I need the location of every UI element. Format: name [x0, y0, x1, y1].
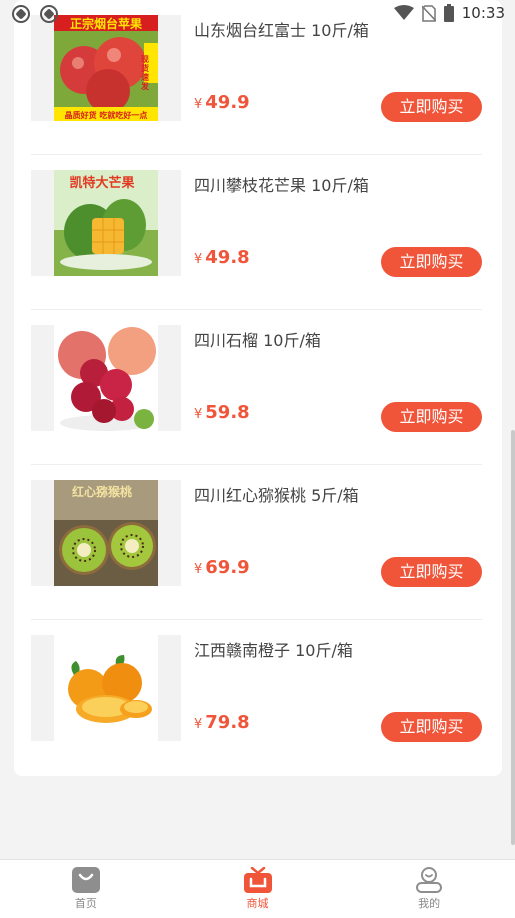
product-title: 四川攀枝花芒果 10斤/箱 — [194, 176, 369, 195]
nav-label: 首页 — [74, 897, 97, 910]
bottom-nav: 首页 商城 我的 — [0, 859, 515, 918]
nav-item-mall[interactable]: 商城 — [172, 860, 344, 918]
product-image-frame: 凯特大芒果 — [31, 170, 181, 276]
product-price: ¥49.8 — [194, 247, 250, 268]
product-image-apple[interactable]: 正宗烟台苹果 现货速发 晶质好货 吃就吃好一点 — [54, 15, 158, 121]
apple-image-footer: 晶质好货 吃就吃好一点 — [65, 110, 148, 120]
buy-now-button[interactable]: 立即购买 — [381, 247, 482, 277]
status-indicators: 10:33 — [393, 4, 505, 22]
scrollbar[interactable] — [511, 430, 515, 845]
status-notifications — [12, 5, 58, 23]
status-time: 10:33 — [461, 4, 505, 22]
product-title: 江西赣南橙子 10斤/箱 — [194, 641, 353, 660]
buy-now-button[interactable]: 立即购买 — [381, 92, 482, 122]
product-price: ¥49.9 — [194, 92, 250, 113]
price-value: 79.8 — [205, 712, 250, 733]
currency-symbol: ¥ — [194, 562, 203, 577]
product-image-frame: 正宗烟台苹果 现货速发 晶质好货 吃就吃好一点 — [31, 15, 181, 121]
app-notification-icon — [12, 5, 30, 23]
product-image-mango[interactable]: 凯特大芒果 — [54, 170, 158, 276]
nav-item-profile[interactable]: 我的 — [343, 860, 515, 918]
product-image-frame: 红心猕猴桃 — [31, 480, 181, 586]
nav-item-home[interactable]: 首页 — [0, 860, 172, 918]
price-value: 69.9 — [205, 557, 250, 578]
product-item[interactable]: 红心猕猴桃 四川红心猕猴桃 5斤/箱 ¥69.9 立即购买 — [31, 465, 482, 620]
no-sim-icon — [421, 4, 436, 22]
product-title: 四川石榴 10斤/箱 — [194, 331, 321, 350]
product-image-kiwi[interactable]: 红心猕猴桃 — [54, 480, 158, 586]
nav-label: 我的 — [418, 897, 441, 910]
currency-symbol: ¥ — [194, 407, 203, 422]
product-list-card: 正宗烟台苹果 现货速发 晶质好货 吃就吃好一点 山东烟台红富士 10斤/箱 ¥4… — [14, 0, 502, 776]
battery-icon — [443, 4, 454, 22]
buy-now-button[interactable]: 立即购买 — [381, 712, 482, 742]
product-item[interactable]: 江西赣南橙子 10斤/箱 ¥79.8 立即购买 — [31, 620, 482, 775]
mall-tv-icon — [243, 867, 272, 893]
product-price: ¥69.9 — [194, 557, 250, 578]
buy-now-button[interactable]: 立即购买 — [381, 402, 482, 432]
nav-label: 商城 — [246, 897, 269, 910]
product-image-pomegranate[interactable] — [54, 325, 158, 431]
product-item[interactable]: 凯特大芒果 四川攀枝花芒果 10斤/箱 ¥49.8 立即购买 — [31, 155, 482, 310]
currency-symbol: ¥ — [194, 717, 203, 732]
price-value: 49.8 — [205, 247, 250, 268]
status-bar: 10:33 — [0, 0, 515, 30]
wifi-icon — [393, 5, 414, 20]
kiwi-image-banner: 红心猕猴桃 — [72, 484, 132, 499]
profile-icon — [416, 867, 443, 893]
product-price: ¥79.8 — [194, 712, 250, 733]
product-image-frame — [31, 635, 181, 741]
currency-symbol: ¥ — [194, 97, 203, 112]
mango-image-banner: 凯特大芒果 — [69, 175, 134, 191]
app-notification-icon — [40, 5, 58, 23]
home-bag-icon — [71, 867, 100, 893]
product-title: 四川红心猕猴桃 5斤/箱 — [194, 486, 359, 505]
buy-now-button[interactable]: 立即购买 — [381, 557, 482, 587]
price-value: 49.9 — [205, 92, 250, 113]
apple-image-side-label: 现货速发 — [140, 55, 150, 91]
currency-symbol: ¥ — [194, 252, 203, 267]
product-image-orange[interactable] — [54, 635, 158, 741]
price-value: 59.8 — [205, 402, 250, 423]
product-image-frame — [31, 325, 181, 431]
product-price: ¥59.8 — [194, 402, 250, 423]
product-item[interactable]: 四川石榴 10斤/箱 ¥59.8 立即购买 — [31, 310, 482, 465]
